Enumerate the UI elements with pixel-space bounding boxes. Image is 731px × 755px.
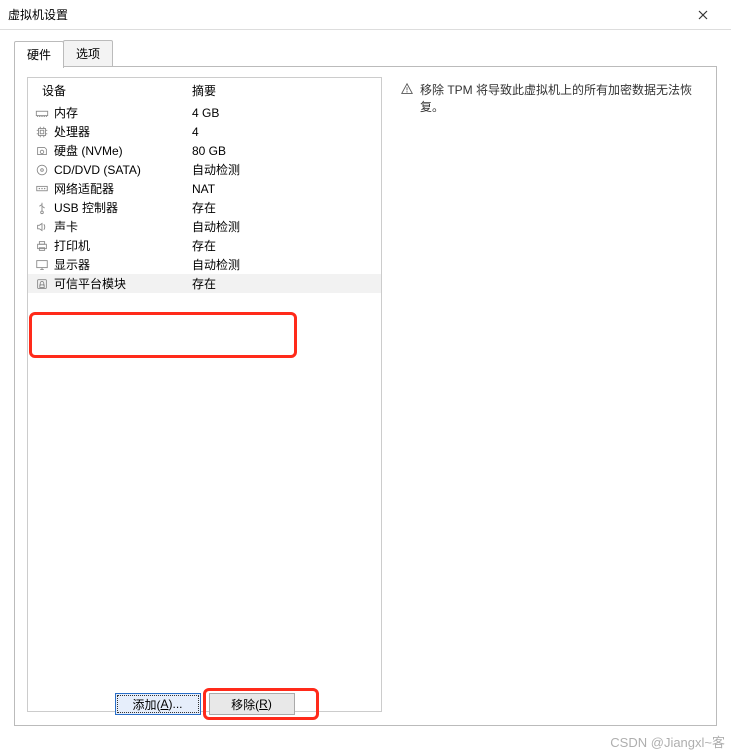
tpm-warning-text: 移除 TPM 将导致此虚拟机上的所有加密数据无法恢复。 <box>420 81 702 115</box>
add-button[interactable]: 添加(A)... <box>115 693 201 715</box>
network-icon <box>34 181 50 197</box>
highlight-annotation-rows <box>29 312 297 358</box>
hardware-row-summary: 4 GB <box>192 106 373 120</box>
tpm-icon <box>34 276 50 292</box>
hardware-row[interactable]: 内存4 GB <box>28 103 381 122</box>
hardware-rows: 内存4 GB处理器4硬盘 (NVMe)80 GBCD/DVD (SATA)自动检… <box>28 103 381 293</box>
printer-icon <box>34 238 50 254</box>
content-area: 硬件 选项 设备 摘要 内存4 GB处理器4硬盘 (NVMe)80 GBCD/D… <box>0 30 731 755</box>
remove-button-label-pre: 移除( <box>231 696 259 713</box>
remove-button[interactable]: 移除(R) <box>209 693 295 715</box>
button-bar: 添加(A)... 移除(R) <box>27 693 382 715</box>
hardware-row[interactable]: USB 控制器存在 <box>28 198 381 217</box>
hardware-row[interactable]: 显示器自动检测 <box>28 255 381 274</box>
warning-icon <box>400 82 414 96</box>
close-icon <box>698 10 708 20</box>
hardware-row-summary: NAT <box>192 182 373 196</box>
titlebar: 虚拟机设置 <box>0 0 731 30</box>
hardware-row-summary: 4 <box>192 125 373 139</box>
usb-icon <box>34 200 50 216</box>
cd-icon <box>34 162 50 178</box>
hardware-row-name: 网络适配器 <box>54 180 192 197</box>
hardware-row-name: 硬盘 (NVMe) <box>54 142 192 159</box>
tab-panel-hardware: 设备 摘要 内存4 GB处理器4硬盘 (NVMe)80 GBCD/DVD (SA… <box>14 66 717 726</box>
add-button-label-pre: 添加( <box>132 696 160 713</box>
cpu-icon <box>34 124 50 140</box>
hardware-row-summary: 存在 <box>192 199 373 216</box>
hardware-row[interactable]: 处理器4 <box>28 122 381 141</box>
tab-hardware[interactable]: 硬件 <box>14 41 64 68</box>
hardware-row[interactable]: 声卡自动检测 <box>28 217 381 236</box>
hardware-row-summary: 存在 <box>192 237 373 254</box>
add-button-label-post: )... <box>169 697 183 711</box>
hardware-row[interactable]: 打印机存在 <box>28 236 381 255</box>
hardware-row[interactable]: 硬盘 (NVMe)80 GB <box>28 141 381 160</box>
tab-options[interactable]: 选项 <box>63 40 113 67</box>
hardware-row-summary: 存在 <box>192 275 373 292</box>
remove-button-label-post: ) <box>268 697 272 711</box>
tab-strip: 硬件 选项 <box>14 40 717 67</box>
hardware-list[interactable]: 设备 摘要 内存4 GB处理器4硬盘 (NVMe)80 GBCD/DVD (SA… <box>27 77 382 712</box>
watermark: CSDN @Jiangxl~客 <box>610 732 725 751</box>
disk-icon <box>34 143 50 159</box>
hardware-row-name: 打印机 <box>54 237 192 254</box>
memory-icon <box>34 105 50 121</box>
display-icon <box>34 257 50 273</box>
window-title: 虚拟机设置 <box>8 6 683 23</box>
col-device-header: 设备 <box>42 82 192 99</box>
hardware-row-name: 可信平台模块 <box>54 275 192 292</box>
hardware-row-name: 内存 <box>54 104 192 121</box>
info-pane: 移除 TPM 将导致此虚拟机上的所有加密数据无法恢复。 <box>398 77 704 713</box>
remove-button-mnemonic: R <box>259 697 268 711</box>
tpm-warning: 移除 TPM 将导致此虚拟机上的所有加密数据无法恢复。 <box>400 81 702 115</box>
hardware-row-name: 显示器 <box>54 256 192 273</box>
sound-icon <box>34 219 50 235</box>
hardware-row-name: 声卡 <box>54 218 192 235</box>
hardware-row-summary: 自动检测 <box>192 161 373 178</box>
hardware-row[interactable]: CD/DVD (SATA)自动检测 <box>28 160 381 179</box>
hardware-row-name: CD/DVD (SATA) <box>54 163 192 177</box>
hardware-row-name: 处理器 <box>54 123 192 140</box>
hardware-row-name: USB 控制器 <box>54 199 192 216</box>
hardware-row-summary: 80 GB <box>192 144 373 158</box>
hardware-row-summary: 自动检测 <box>192 256 373 273</box>
hardware-row[interactable]: 可信平台模块存在 <box>28 274 381 293</box>
col-summary-header: 摘要 <box>192 82 373 99</box>
hardware-row-summary: 自动检测 <box>192 218 373 235</box>
add-button-mnemonic: A <box>160 697 168 711</box>
close-button[interactable] <box>683 1 723 29</box>
hardware-list-header: 设备 摘要 <box>28 78 381 103</box>
hardware-row[interactable]: 网络适配器NAT <box>28 179 381 198</box>
